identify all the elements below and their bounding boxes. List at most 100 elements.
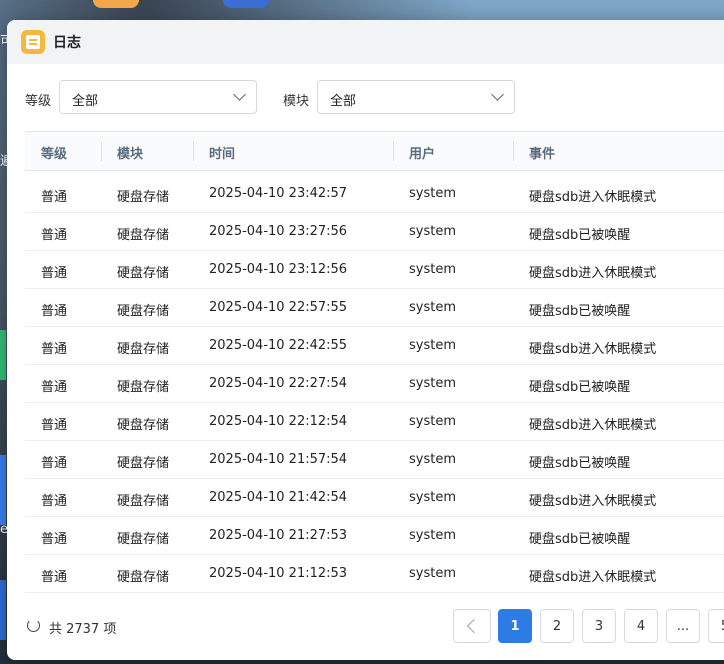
cell-event: 硬盘sdb进入休眠模式 (529, 494, 657, 509)
column-header-time[interactable]: 时间 (209, 143, 235, 162)
cell-event: 硬盘sdb已被唤醒 (529, 380, 631, 395)
cell-event: 硬盘sdb已被唤醒 (529, 228, 631, 243)
table-body: 普通 硬盘存储 2025-04-10 23:42:57 system 硬盘sdb进入休眠… (25, 175, 724, 593)
table-row[interactable]: 普通 硬盘存储 2025-04-10 23:27:56 system 硬盘sdb已被唤醒 (25, 213, 724, 251)
cell-level: 普通 (41, 570, 68, 585)
cell-level: 普通 (41, 418, 68, 433)
cell-time: 2025-04-10 21:42:54 (209, 490, 348, 505)
cell-event: 硬盘sdb进入休眠模式 (529, 570, 657, 585)
table-row[interactable]: 普通 硬盘存储 2025-04-10 22:27:54 system 硬盘sdb已被唤醒 (25, 365, 724, 403)
cell-event: 硬盘sdb进入休眠模式 (529, 342, 657, 357)
cell-user: system (409, 566, 456, 581)
cell-level: 普通 (41, 228, 68, 243)
cell-user: system (409, 528, 456, 543)
desktop-app-icon[interactable] (223, 0, 269, 8)
cell-event: 硬盘sdb进入休眠模式 (529, 266, 657, 281)
cell-module: 硬盘存储 (117, 494, 170, 509)
chevron-down-icon (491, 88, 504, 101)
log-app-icon (21, 30, 45, 54)
cell-time: 2025-04-10 23:42:57 (209, 186, 348, 201)
column-header-event[interactable]: 事件 (529, 143, 555, 162)
filter-bar: 等级 全部 模块 全部 (7, 80, 724, 116)
cell-time: 2025-04-10 21:12:53 (209, 566, 348, 581)
level-filter-label: 等级 (25, 94, 52, 109)
table-row[interactable]: 普通 硬盘存储 2025-04-10 21:27:53 system 硬盘sdb已被唤醒 (25, 517, 724, 555)
desktop-app-icon[interactable] (93, 0, 139, 8)
cell-level: 普通 (41, 494, 68, 509)
cell-module: 硬盘存储 (117, 570, 170, 585)
cell-module: 硬盘存储 (117, 228, 170, 243)
cell-time: 2025-04-10 23:12:56 (209, 262, 348, 277)
column-divider[interactable] (393, 141, 394, 161)
page-button-2[interactable]: 2 (540, 609, 574, 643)
cell-module: 硬盘存储 (117, 380, 170, 395)
desktop-edge-icon[interactable] (0, 580, 6, 640)
column-header-user[interactable]: 用户 (409, 143, 435, 162)
refresh-icon[interactable] (27, 619, 40, 632)
table-row[interactable]: 普通 硬盘存储 2025-04-10 22:12:54 system 硬盘sdb进入休眠… (25, 403, 724, 441)
cell-module: 硬盘存储 (117, 266, 170, 281)
table-row[interactable]: 普通 硬盘存储 2025-04-10 21:12:53 system 硬盘sdb进入休眠… (25, 555, 724, 593)
table-row[interactable]: 普通 硬盘存储 2025-04-10 21:57:54 system 硬盘sdb已被唤醒 (25, 441, 724, 479)
cell-level: 普通 (41, 304, 68, 319)
cell-level: 普通 (41, 380, 68, 395)
cell-level: 普通 (41, 190, 68, 205)
page-button-5[interactable]: 5 (708, 609, 724, 643)
cell-user: system (409, 490, 456, 505)
table-row[interactable]: 普通 硬盘存储 2025-04-10 22:57:55 system 硬盘sdb已被唤醒 (25, 289, 724, 327)
module-select[interactable]: 全部 (317, 80, 515, 114)
chevron-down-icon (233, 88, 246, 101)
cell-module: 硬盘存储 (117, 304, 170, 319)
cell-user: system (409, 186, 456, 201)
cell-level: 普通 (41, 532, 68, 547)
cell-time: 2025-04-10 22:27:54 (209, 376, 348, 391)
prev-page-button[interactable] (453, 609, 491, 643)
page-button-1[interactable]: 1 (498, 609, 532, 643)
cell-level: 普通 (41, 266, 68, 281)
table-row[interactable]: 普通 硬盘存储 2025-04-10 22:42:55 system 硬盘sdb进入休眠… (25, 327, 724, 365)
page-button-4[interactable]: 4 (624, 609, 658, 643)
column-divider[interactable] (193, 141, 194, 161)
log-table: 等级 模块 时间 用户 事件 普通 硬盘存储 2025-04-10 23:42:57… (25, 131, 724, 593)
cell-module: 硬盘存储 (117, 418, 170, 433)
cell-user: system (409, 414, 456, 429)
cell-module: 硬盘存储 (117, 342, 170, 357)
column-header-module[interactable]: 模块 (117, 143, 143, 162)
module-select-value: 全部 (330, 94, 357, 109)
cell-module: 硬盘存储 (117, 456, 170, 471)
cell-event: 硬盘sdb已被唤醒 (529, 532, 631, 547)
cell-time: 2025-04-10 21:57:54 (209, 452, 348, 467)
cell-level: 普通 (41, 456, 68, 471)
cell-user: system (409, 224, 456, 239)
page-ellipsis-button[interactable]: ... (666, 609, 700, 643)
cell-time: 2025-04-10 22:57:55 (209, 300, 348, 315)
cell-module: 硬盘存储 (117, 190, 170, 205)
log-window: 日志 等级 全部 模块 全部 等级 模块 时间 用户 事件 普通 硬盘存储 2025… (7, 20, 724, 660)
table-footer: 共 2737 项 1 2 3 4 ... 5 (7, 606, 724, 646)
column-header-level[interactable]: 等级 (41, 143, 67, 162)
cell-user: system (409, 452, 456, 467)
level-select[interactable]: 全部 (59, 80, 257, 114)
level-select-value: 全部 (72, 94, 99, 109)
column-divider[interactable] (513, 141, 514, 161)
table-row[interactable]: 普通 硬盘存储 2025-04-10 23:12:56 system 硬盘sdb进入休眠… (25, 251, 724, 289)
desktop-edge-icon[interactable] (0, 455, 6, 525)
window-title: 日志 (53, 35, 81, 51)
table-row[interactable]: 普通 硬盘存储 2025-04-10 23:42:57 system 硬盘sdb进入休眠… (25, 175, 724, 213)
page-button-3[interactable]: 3 (582, 609, 616, 643)
cell-level: 普通 (41, 342, 68, 357)
window-titlebar[interactable]: 日志 (7, 20, 724, 64)
cell-user: system (409, 300, 456, 315)
cell-time: 2025-04-10 21:27:53 (209, 528, 348, 543)
cell-event: 硬盘sdb已被唤醒 (529, 456, 631, 471)
cell-user: system (409, 376, 456, 391)
cell-event: 硬盘sdb进入休眠模式 (529, 190, 657, 205)
chevron-left-icon (466, 618, 482, 634)
cell-user: system (409, 338, 456, 353)
desktop-edge-icon[interactable] (0, 330, 6, 380)
module-filter-label: 模块 (283, 94, 310, 109)
column-divider[interactable] (101, 141, 102, 161)
cell-time: 2025-04-10 22:42:55 (209, 338, 348, 353)
table-row[interactable]: 普通 硬盘存储 2025-04-10 21:42:54 system 硬盘sdb进入休眠… (25, 479, 724, 517)
cell-event: 硬盘sdb进入休眠模式 (529, 418, 657, 433)
